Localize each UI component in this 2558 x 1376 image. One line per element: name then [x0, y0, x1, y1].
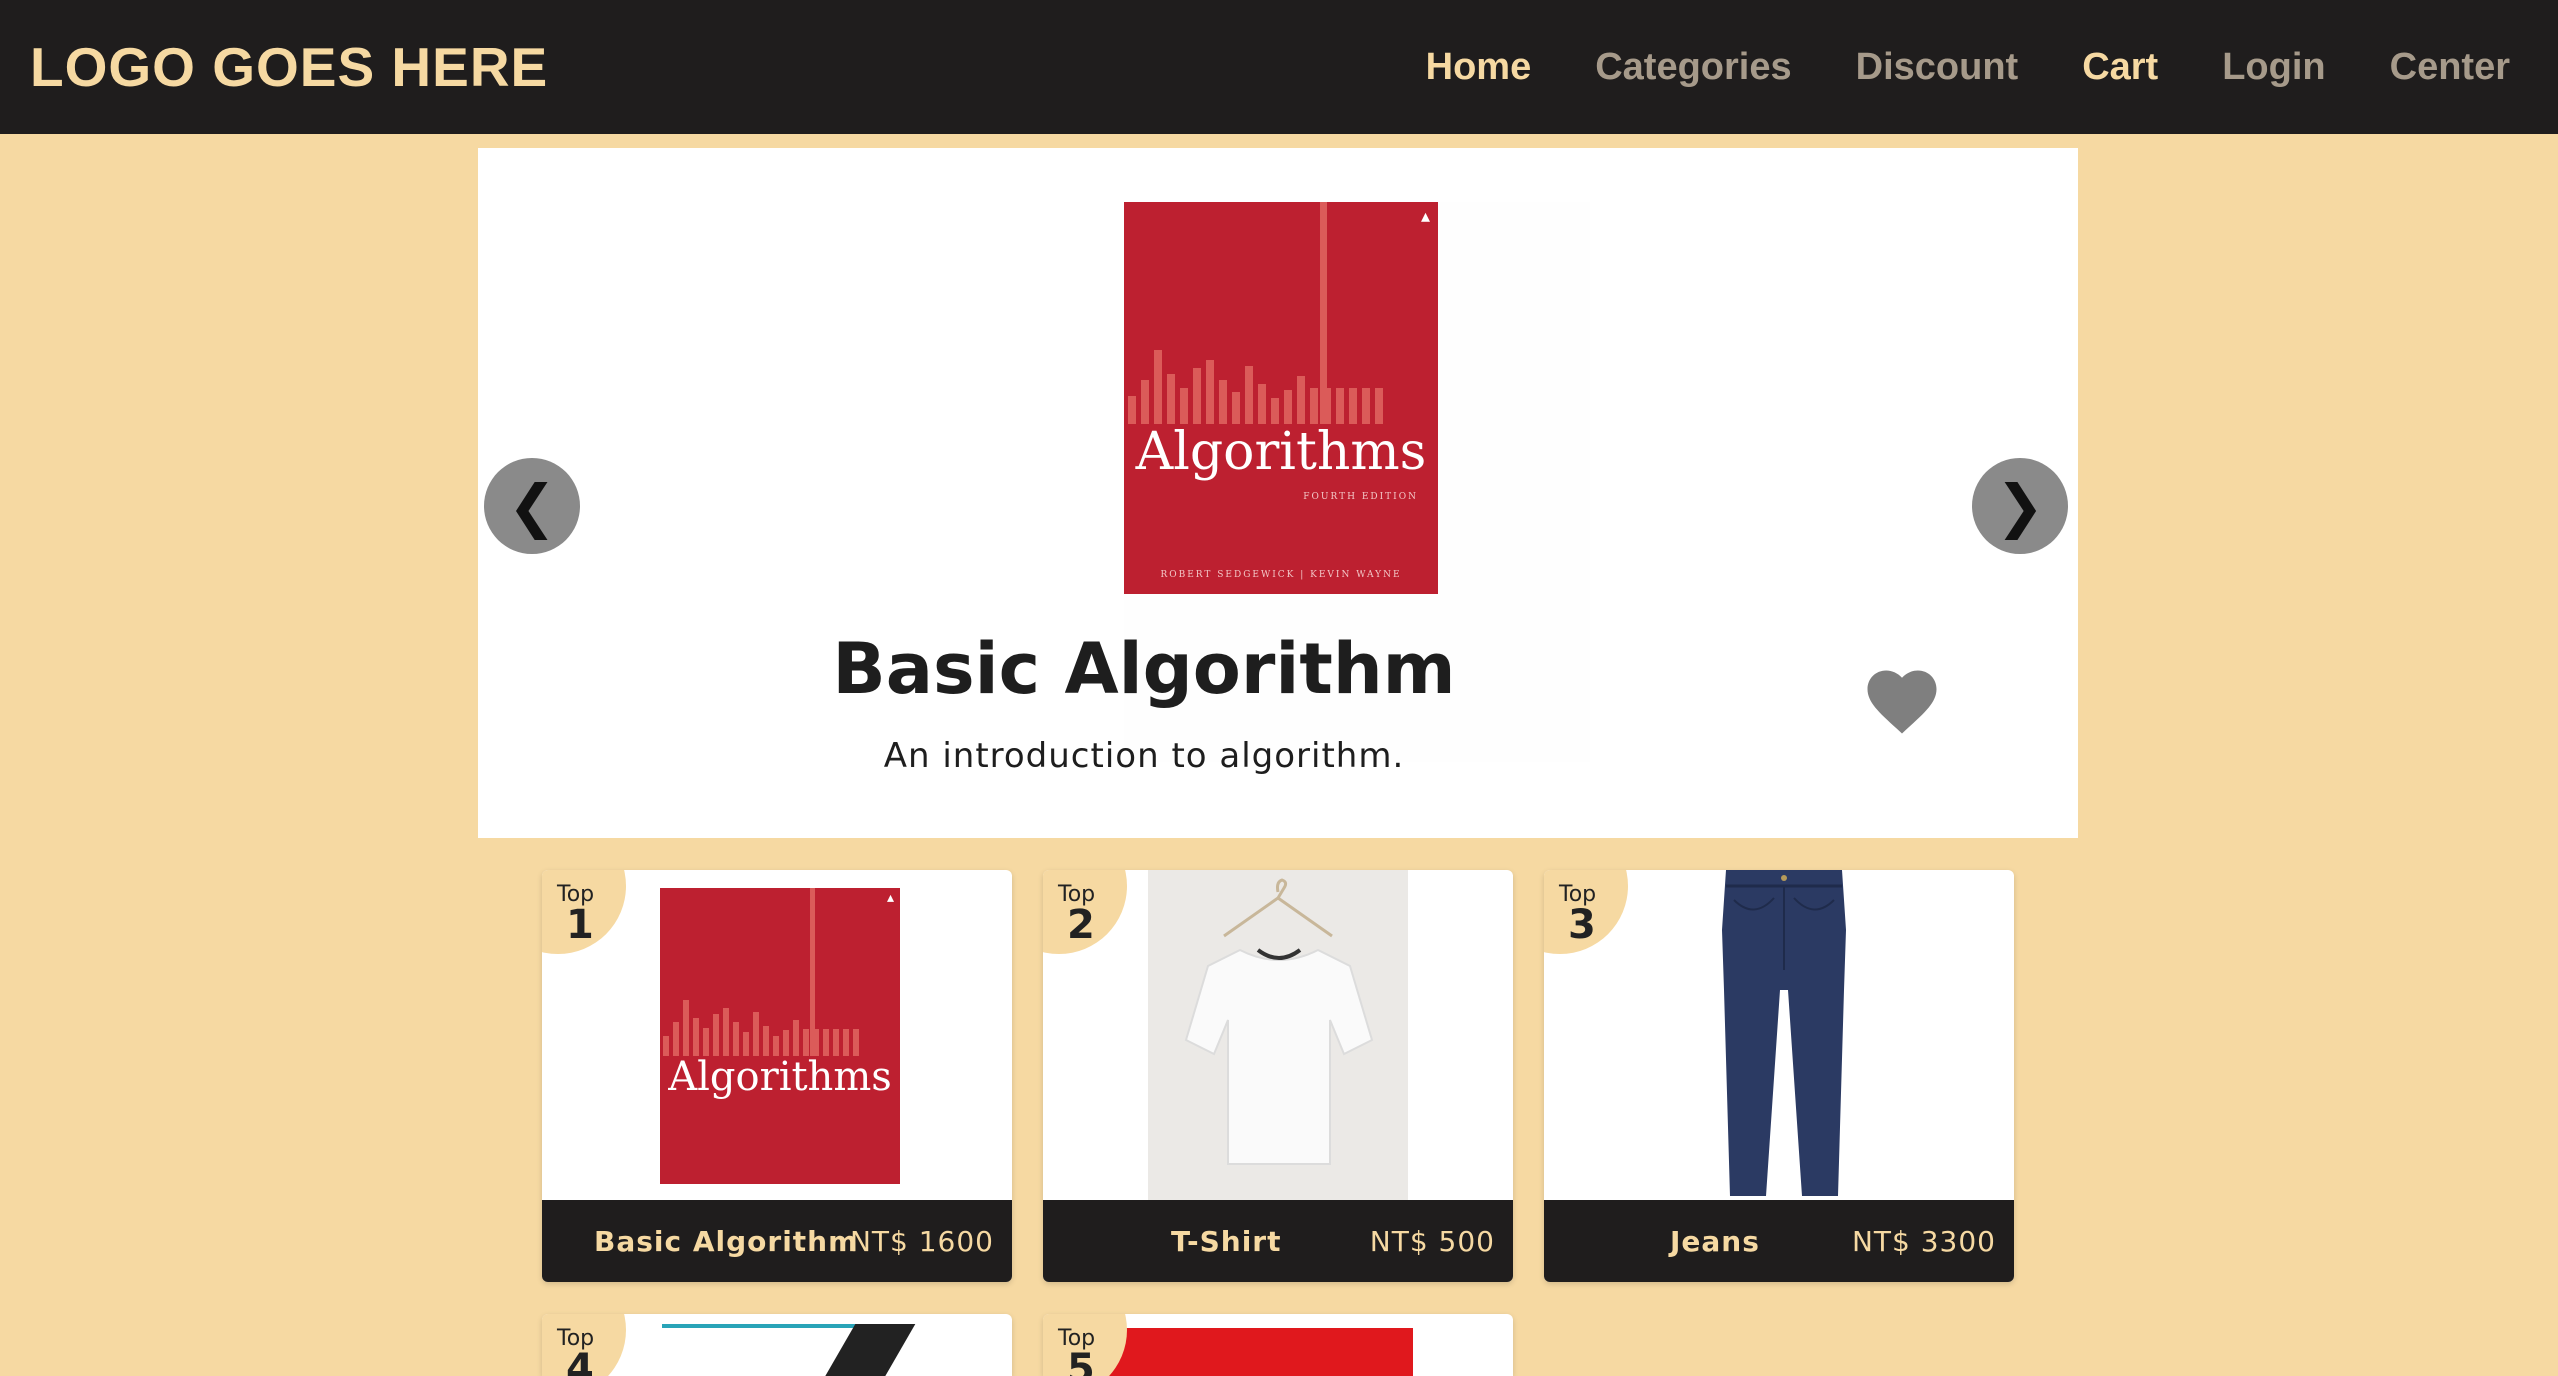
rank-number: 5 [1067, 1346, 1095, 1376]
product-price: NT$ 500 [1369, 1224, 1495, 1258]
product-image [1103, 1328, 1413, 1376]
product-card[interactable]: Top 1 Algorithms ▴ Basic Algorithm NT$ 1… [542, 870, 1012, 1282]
nav-links: Home Categories Discount Cart Login Cent… [1362, 46, 2510, 89]
rank-number: 3 [1568, 902, 1596, 948]
product-name: Basic Algorithm [594, 1224, 859, 1258]
product-name: Jeans [1670, 1224, 1760, 1258]
cover-title: Algorithms [668, 1054, 892, 1100]
nav-home[interactable]: Home [1426, 46, 1532, 89]
card-footer: Jeans NT$ 3300 [1544, 1200, 2014, 1282]
nav-categories[interactable]: Categories [1595, 46, 1791, 89]
nav-discount[interactable]: Discount [1856, 46, 2019, 89]
jeans-icon [1722, 870, 1846, 1196]
product-name: T-Shirt [1171, 1224, 1282, 1258]
rank-number: 1 [566, 902, 594, 948]
navbar: LOGO GOES HERE Home Categories Discount … [0, 0, 2558, 134]
product-card[interactable]: Top 3 Jeans NT$ 3300 [1544, 870, 2014, 1282]
favorite-heart-icon[interactable] [1866, 668, 1938, 736]
logo[interactable]: LOGO GOES HERE [30, 35, 548, 99]
card-footer: Basic Algorithm NT$ 1600 [542, 1200, 1012, 1282]
cover-title: Algorithms [1135, 422, 1427, 482]
nav-center[interactable]: Center [2390, 46, 2510, 89]
algorithms-book-cover: Algorithms FOURTH EDITION ROBERT SEDGEWI… [1124, 202, 1438, 594]
rank-number: 2 [1067, 902, 1095, 948]
tshirt-icon [1184, 878, 1374, 1165]
nav-cart[interactable]: Cart [2082, 46, 2158, 89]
nav-login[interactable]: Login [2222, 46, 2325, 89]
product-image [662, 1324, 916, 1376]
product-card[interactable]: Top 4 [542, 1314, 1012, 1376]
rank-number: 4 [566, 1346, 594, 1376]
carousel-prev-button[interactable]: ❮ [484, 458, 580, 554]
product-price: NT$ 1600 [849, 1224, 994, 1258]
cover-edition: FOURTH EDITION [1303, 492, 1418, 502]
carousel-title: Basic Algorithm [832, 628, 1456, 710]
card-footer: T-Shirt NT$ 500 [1043, 1200, 1513, 1282]
cover-bars [1124, 332, 1438, 424]
carousel-next-button[interactable]: ❯ [1972, 458, 2068, 554]
cover-authors: ROBERT SEDGEWICK | KEVIN WAYNE [1160, 570, 1402, 580]
product-card[interactable]: Top 5 [1043, 1314, 1513, 1376]
algorithms-book-cover: Algorithms ▴ [660, 888, 900, 1184]
publisher-logo-icon: ▴ [886, 890, 894, 906]
product-price: NT$ 3300 [1851, 1224, 1996, 1258]
featured-carousel: Algorithms FOURTH EDITION ROBERT SEDGEWI… [478, 148, 2078, 838]
carousel-description: An introduction to algorithm. [883, 736, 1405, 776]
product-card[interactable]: Top 2 T-Shirt NT$ 500 [1043, 870, 1513, 1282]
publisher-logo-icon: ▴ [1420, 206, 1430, 227]
